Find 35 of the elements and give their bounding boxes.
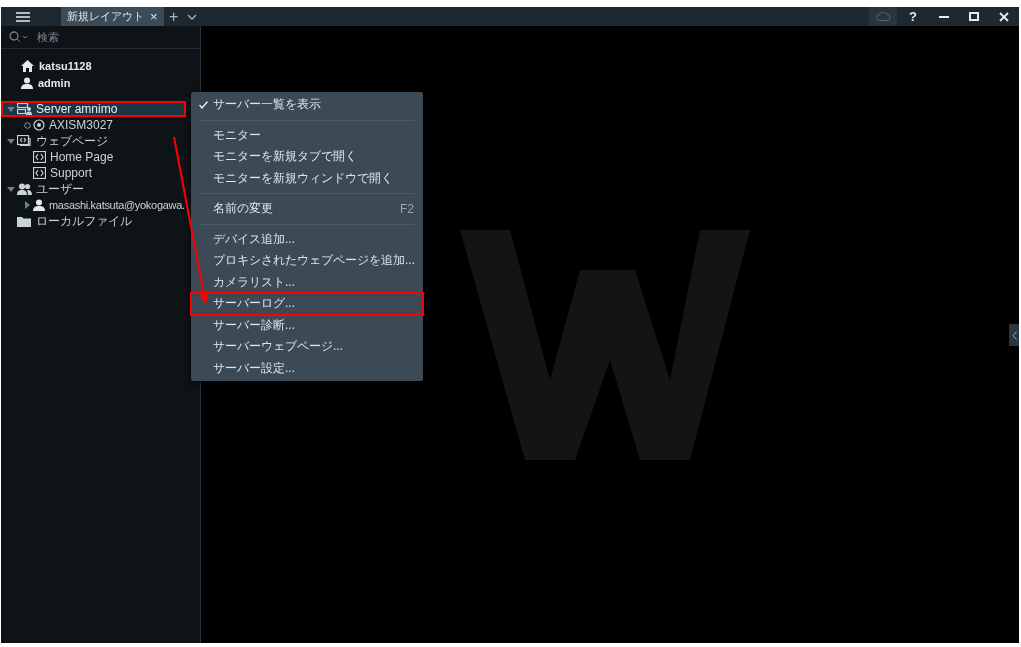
- person-icon: [33, 199, 45, 211]
- webpages-icon: [17, 135, 32, 147]
- menu-item[interactable]: デバイス追加...: [191, 228, 423, 250]
- server-icon: [17, 103, 32, 115]
- webpage-icon: [33, 167, 46, 179]
- account-label: katsu1128: [39, 60, 92, 72]
- expanded-caret-icon[interactable]: [7, 106, 15, 112]
- menu-item[interactable]: カメラリスト...: [191, 271, 423, 293]
- account-label: admin: [38, 77, 71, 89]
- collapsed-caret-icon[interactable]: [24, 201, 30, 209]
- search-icon[interactable]: [9, 31, 29, 43]
- webpage-icon: [33, 151, 46, 163]
- close-tab-button[interactable]: ×: [150, 9, 158, 24]
- status-ring-icon: [23, 121, 31, 129]
- folder-icon: [17, 215, 32, 227]
- menu-item[interactable]: サーバー診断...: [191, 314, 423, 336]
- collapse-panel-handle[interactable]: [1009, 324, 1019, 346]
- menu-item[interactable]: サーバー一覧を表示: [191, 94, 423, 116]
- expanded-caret-icon[interactable]: [7, 186, 15, 192]
- help-button[interactable]: ?: [897, 7, 929, 26]
- layout-tab[interactable]: 新規レイアウト ×: [61, 7, 164, 26]
- menu-item[interactable]: サーバー設定...: [191, 357, 423, 379]
- shortcut-label: F2: [400, 201, 414, 216]
- menu-item[interactable]: プロキシされたウェブページを追加...: [191, 250, 423, 272]
- home-icon: [21, 60, 34, 72]
- new-tab-button[interactable]: +: [163, 7, 184, 26]
- tab-label[interactable]: 新規レイアウト: [67, 9, 144, 24]
- expanded-caret-icon[interactable]: [7, 138, 15, 144]
- tree-item[interactable]: Server amnimo: [1, 101, 186, 117]
- person-icon: [21, 77, 33, 89]
- menu-item[interactable]: サーバーウェブページ...: [191, 336, 423, 358]
- people-icon: [17, 183, 32, 195]
- menu-item[interactable]: サーバーログ...: [191, 293, 423, 315]
- camera-icon: [33, 119, 45, 131]
- search-field[interactable]: 検索: [35, 30, 179, 44]
